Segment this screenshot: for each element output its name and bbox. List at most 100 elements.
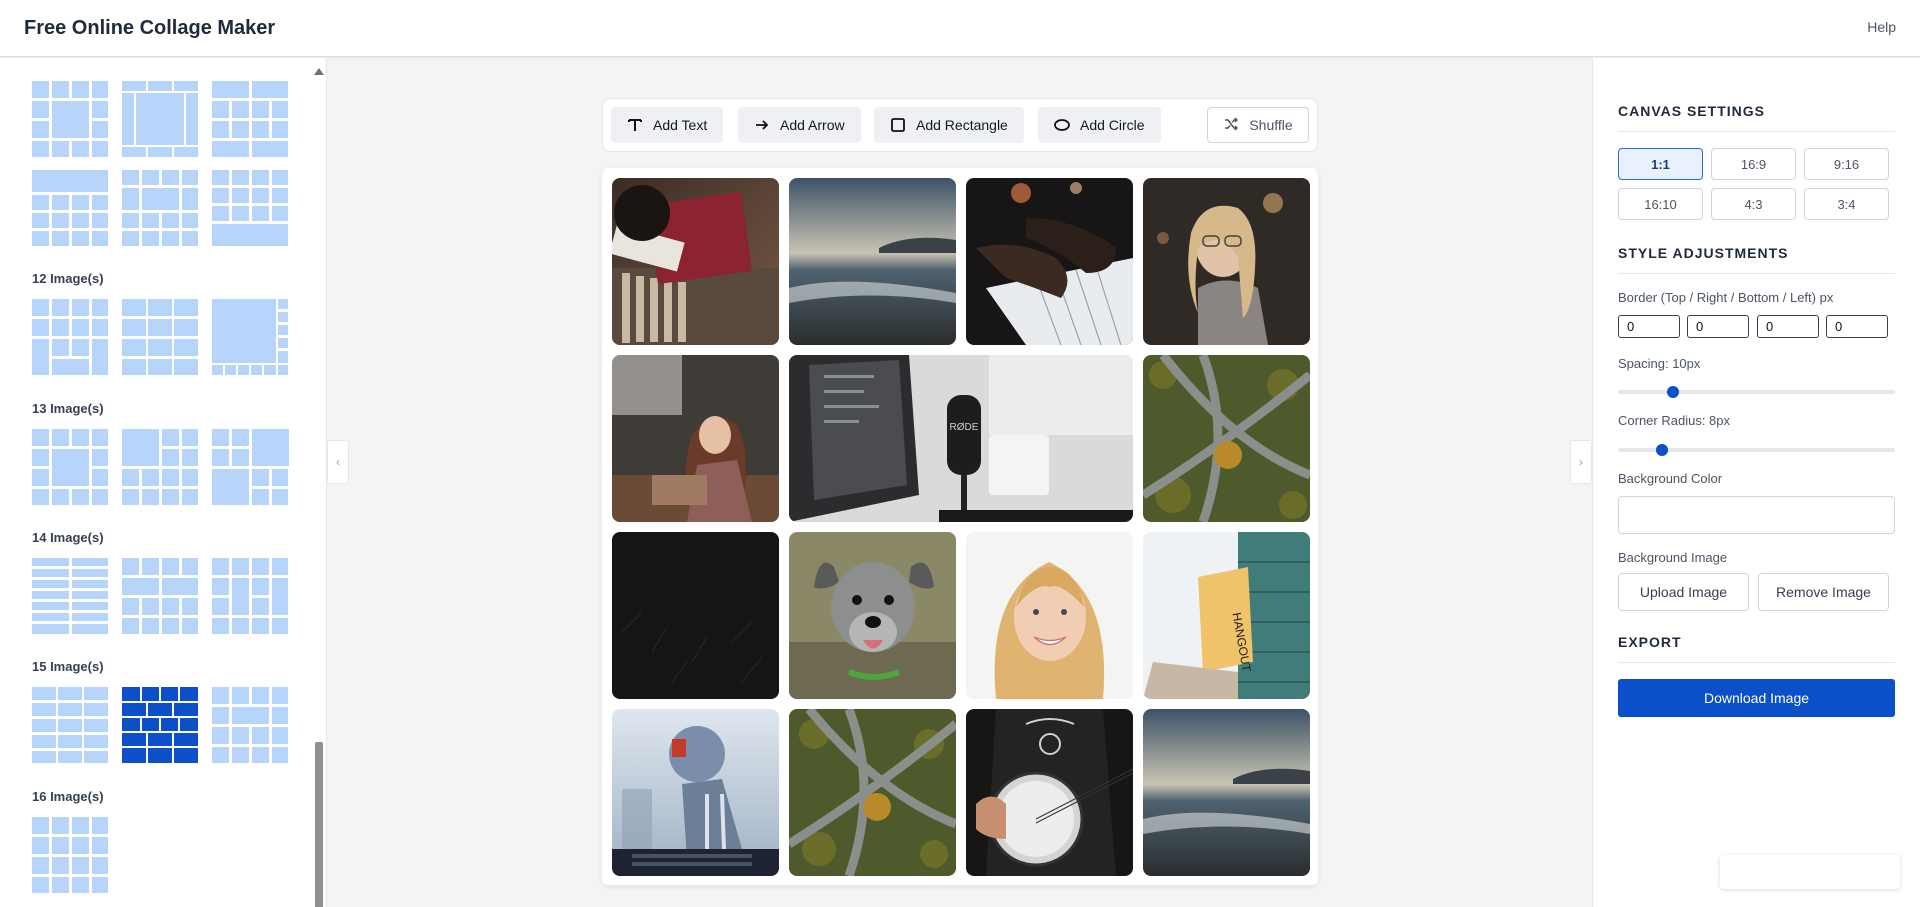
- upload-image-button[interactable]: Upload Image: [1618, 573, 1749, 611]
- canvas-settings-title: CANVAS SETTINGS: [1618, 103, 1765, 119]
- background-color-input[interactable]: [1618, 496, 1895, 534]
- add-arrow-button[interactable]: Add Arrow: [738, 107, 861, 143]
- layout-thumb[interactable]: [122, 558, 198, 634]
- corner-radius-slider-thumb[interactable]: [1656, 444, 1668, 456]
- cropped-group-label: [32, 58, 92, 60]
- notification-box: [1720, 855, 1900, 889]
- group-label-15: 15 Image(s): [32, 659, 104, 674]
- layout-thumb[interactable]: [32, 299, 108, 375]
- chevron-left-icon: ‹: [336, 455, 340, 469]
- download-image-button[interactable]: Download Image: [1618, 679, 1895, 717]
- border-bottom-input[interactable]: [1757, 315, 1819, 338]
- rectangle-icon: [890, 117, 906, 133]
- corner-radius-slider[interactable]: [1618, 444, 1895, 456]
- add-circle-button[interactable]: Add Circle: [1038, 107, 1161, 143]
- text-icon: [627, 117, 643, 133]
- background-color-label: Background Color: [1618, 471, 1723, 486]
- layout-thumb[interactable]: [32, 170, 108, 246]
- layout-thumb[interactable]: [122, 429, 198, 505]
- ratio-4-3-button[interactable]: 4:3: [1711, 188, 1796, 220]
- style-adjustments-title: STYLE ADJUSTMENTS: [1618, 245, 1789, 261]
- circle-icon: [1054, 117, 1070, 133]
- divider: [1618, 273, 1895, 274]
- corner-radius-label: Corner Radius: 8px: [1618, 413, 1730, 428]
- layout-thumb-selected[interactable]: [122, 687, 198, 763]
- photo-tile-woman-laptop[interactable]: [612, 355, 779, 522]
- canvas-toolbar: Add Text Add Arrow Add Rectangle Add Cir…: [602, 98, 1318, 152]
- border-right-input[interactable]: [1687, 315, 1749, 338]
- photo-tile-smiling-woman[interactable]: [966, 532, 1133, 699]
- layout-thumb[interactable]: [212, 299, 288, 375]
- group-label-13: 13 Image(s): [32, 401, 104, 416]
- layout-thumb[interactable]: [32, 817, 108, 893]
- add-rectangle-button[interactable]: Add Rectangle: [874, 107, 1024, 143]
- spacing-label: Spacing: 10px: [1618, 356, 1701, 371]
- photo-tile-dog[interactable]: [789, 532, 956, 699]
- photo-tile-robot-typing[interactable]: [612, 709, 779, 876]
- layout-thumb[interactable]: [32, 429, 108, 505]
- ratio-1-1-button[interactable]: 1:1: [1618, 148, 1703, 180]
- ratio-16-9-button[interactable]: 16:9: [1711, 148, 1796, 180]
- add-arrow-label: Add Arrow: [780, 117, 845, 133]
- photo-tile-woman-glasses[interactable]: [1143, 178, 1310, 345]
- layout-thumb[interactable]: [212, 81, 288, 157]
- collapse-left-panel-button[interactable]: ‹: [327, 440, 349, 484]
- layout-thumb[interactable]: [122, 81, 198, 157]
- spacing-slider[interactable]: [1618, 386, 1895, 398]
- export-title: EXPORT: [1618, 634, 1682, 650]
- spacing-slider-thumb[interactable]: [1667, 386, 1679, 398]
- photo-tile-highway-aerial[interactable]: [1143, 355, 1310, 522]
- border-top-input[interactable]: [1618, 315, 1680, 338]
- layout-thumb[interactable]: [212, 687, 288, 763]
- photo-tile-beach-sunset-2[interactable]: [1143, 709, 1310, 876]
- arrow-right-icon: [754, 117, 770, 133]
- add-text-button[interactable]: Add Text: [611, 107, 724, 143]
- svg-text:RØDE: RØDE: [950, 422, 979, 433]
- shuffle-label: Shuffle: [1249, 117, 1293, 133]
- settings-panel: CANVAS SETTINGS 1:1 16:9 9:16 16:10 4:3 …: [1592, 58, 1920, 907]
- photo-tile-beach-sunset[interactable]: [789, 178, 956, 345]
- group-label-14: 14 Image(s): [32, 530, 104, 545]
- shuffle-button[interactable]: Shuffle: [1207, 107, 1309, 143]
- layout-panel: 12 Image(s) 13 Image(s) 14 Image(s) 15 I…: [0, 58, 327, 907]
- add-circle-label: Add Circle: [1080, 117, 1145, 133]
- collapse-right-panel-button[interactable]: ›: [1570, 440, 1592, 484]
- ratio-16-10-button[interactable]: 16:10: [1618, 188, 1703, 220]
- app-header: Free Online Collage Maker Help: [0, 0, 1920, 57]
- collage-canvas[interactable]: RØDE HANGOUT: [602, 168, 1318, 885]
- help-link[interactable]: Help: [1867, 19, 1896, 35]
- photo-tile-dark-grass[interactable]: [612, 532, 779, 699]
- add-text-label: Add Text: [653, 117, 708, 133]
- remove-image-button[interactable]: Remove Image: [1758, 573, 1889, 611]
- layout-thumb[interactable]: [212, 558, 288, 634]
- add-rectangle-label: Add Rectangle: [916, 117, 1008, 133]
- layout-scrollbar[interactable]: [314, 68, 324, 907]
- photo-tile-piano-hands[interactable]: [966, 178, 1133, 345]
- layout-thumb[interactable]: [32, 81, 108, 157]
- photo-tile-coffee-sign[interactable]: HANGOUT: [1143, 532, 1310, 699]
- background-image-label: Background Image: [1618, 550, 1728, 565]
- layout-thumb[interactable]: [32, 558, 108, 634]
- layout-thumb[interactable]: [122, 299, 198, 375]
- layout-thumb[interactable]: [32, 687, 108, 763]
- photo-tile-records[interactable]: [612, 178, 779, 345]
- divider: [1618, 662, 1895, 663]
- photo-tile-banjo-player[interactable]: [966, 709, 1133, 876]
- shuffle-icon: [1223, 116, 1239, 135]
- photo-tile-studio-microphone[interactable]: RØDE: [789, 355, 1133, 522]
- chevron-right-icon: ›: [1579, 455, 1583, 469]
- group-label-16: 16 Image(s): [32, 789, 104, 804]
- selected-layout-grid: [122, 687, 198, 763]
- app-title: Free Online Collage Maker: [24, 17, 276, 39]
- layout-thumb[interactable]: [212, 429, 289, 505]
- ratio-9-16-button[interactable]: 9:16: [1804, 148, 1889, 180]
- scrollbar-thumb[interactable]: [315, 742, 323, 907]
- divider: [1618, 131, 1895, 132]
- ratio-3-4-button[interactable]: 3:4: [1804, 188, 1889, 220]
- scroll-up-arrow-icon[interactable]: [314, 68, 324, 75]
- border-left-input[interactable]: [1826, 315, 1888, 338]
- photo-tile-highway-aerial-2[interactable]: [789, 709, 956, 876]
- group-label-12: 12 Image(s): [32, 271, 104, 286]
- layout-thumb[interactable]: [212, 170, 288, 246]
- layout-thumb[interactable]: [122, 170, 198, 246]
